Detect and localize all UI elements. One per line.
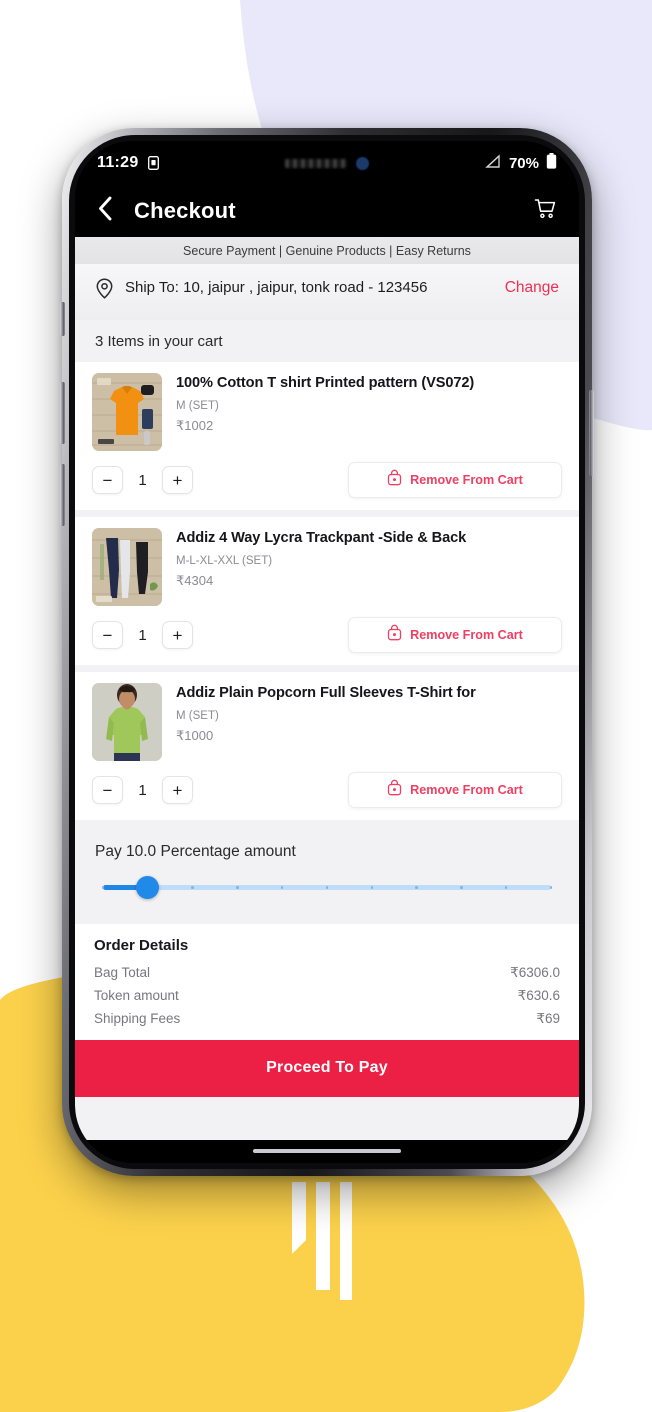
shopping-bag-icon — [387, 779, 402, 801]
shipping-address-row[interactable]: Ship To: 10, jaipur , jaipur, tonk road … — [75, 264, 579, 320]
shopping-bag-icon — [387, 469, 402, 491]
cart-item[interactable]: Addiz 4 Way Lycra Trackpant -Side & Back… — [75, 517, 579, 665]
status-right-group: 70% — [485, 153, 557, 173]
slider-tick — [370, 886, 374, 889]
product-name: Addiz Plain Popcorn Full Sleeves T-Shirt… — [176, 685, 476, 701]
product-name: Addiz 4 Way Lycra Trackpant -Side & Back — [176, 530, 467, 546]
cart-item[interactable]: 100% Cotton T shirt Printed pattern (VS0… — [75, 362, 579, 510]
increment-quantity-button[interactable]: + — [162, 466, 193, 494]
battery-icon — [546, 153, 557, 173]
shopping-bag-icon — [387, 624, 402, 646]
status-bar: 11:29 70% — [75, 141, 579, 185]
remove-from-cart-button[interactable]: Remove From Cart — [348, 617, 562, 653]
order-row: Bag Total ₹6306.0 — [94, 961, 560, 984]
phone-mockup: 11:29 70% Checkout Secure Payment | Genu… — [60, 128, 594, 1176]
notification-icons-group — [285, 158, 347, 168]
product-variant: M-L-XL-XXL (SET) — [176, 554, 273, 567]
back-chevron-icon[interactable] — [97, 195, 114, 227]
quantity-stepper[interactable]: − 1 + — [92, 621, 193, 649]
cart-item-controls: − 1 + Remove From Cart — [92, 772, 562, 808]
location-pin-icon — [95, 278, 114, 304]
quantity-stepper[interactable]: − 1 + — [92, 776, 193, 804]
order-row-value: ₹630.6 — [517, 987, 560, 1003]
trust-strip: Secure Payment | Genuine Products | Easy… — [75, 237, 579, 264]
checkout-content: Secure Payment | Genuine Products | Easy… — [75, 237, 579, 1140]
product-price: ₹4304 — [176, 572, 214, 588]
decrement-quantity-button[interactable]: − — [92, 466, 123, 494]
product-variant: M (SET) — [176, 399, 219, 412]
product-thumbnail-green-tshirt[interactable] — [92, 683, 162, 761]
quantity-value: 1 — [138, 471, 147, 489]
order-row-label: Token amount — [94, 987, 179, 1003]
phone-bezel: 11:29 70% Checkout Secure Payment | Genu… — [75, 141, 579, 1163]
order-row-label: Shipping Fees — [94, 1010, 181, 1026]
decrement-quantity-button[interactable]: − — [92, 621, 123, 649]
product-price: ₹1002 — [176, 417, 214, 433]
cart-item-summary: Addiz Plain Popcorn Full Sleeves T-Shirt… — [92, 683, 562, 761]
product-price: ₹1000 — [176, 727, 214, 743]
volume-down-button[interactable] — [60, 464, 65, 526]
order-row-label: Bag Total — [94, 964, 151, 980]
phone-screen: 11:29 70% Checkout Secure Payment | Genu… — [75, 141, 579, 1163]
product-thumbnail-trackpants[interactable] — [92, 528, 162, 606]
page-title: Checkout — [134, 198, 236, 223]
cart-item-controls: − 1 + Remove From Cart — [92, 617, 562, 653]
pay-percentage-slider[interactable] — [95, 870, 559, 904]
quantity-stepper[interactable]: − 1 + — [92, 466, 193, 494]
cart-item-controls: − 1 + Remove From Cart — [92, 462, 562, 498]
pay-percentage-section: Pay 10.0 Percentage amount — [75, 827, 579, 924]
cart-item[interactable]: Addiz Plain Popcorn Full Sleeves T-Shirt… — [75, 672, 579, 820]
remove-from-cart-button[interactable]: Remove From Cart — [348, 772, 562, 808]
product-variant: M (SET) — [176, 709, 219, 722]
order-row: Token amount ₹630.6 — [94, 984, 560, 1007]
increment-quantity-button[interactable]: + — [162, 776, 193, 804]
remove-from-cart-label: Remove From Cart — [410, 473, 523, 487]
quantity-value: 1 — [138, 626, 147, 644]
slider-tick — [236, 886, 239, 889]
no-signal-icon — [485, 153, 502, 173]
remove-from-cart-label: Remove From Cart — [410, 783, 523, 797]
product-name: 100% Cotton T shirt Printed pattern (VS0… — [176, 375, 475, 391]
slider-thumb[interactable] — [136, 876, 160, 899]
shipping-address-text: Ship To: 10, jaipur , jaipur, tonk road … — [125, 279, 428, 296]
slider-tick — [415, 886, 418, 889]
cart-item-details: Addiz Plain Popcorn Full Sleeves T-Shirt… — [176, 683, 562, 761]
remove-from-cart-label: Remove From Cart — [410, 628, 523, 642]
cart-item-details: 100% Cotton T shirt Printed pattern (VS0… — [176, 373, 562, 451]
order-row-value: ₹69 — [536, 1010, 560, 1026]
increment-quantity-button[interactable]: + — [162, 621, 193, 649]
slider-tick — [191, 886, 194, 889]
proceed-to-pay-button[interactable]: Proceed To Pay — [75, 1040, 579, 1097]
order-row-value: ₹6306.0 — [510, 964, 560, 980]
sim-card-icon — [147, 156, 159, 170]
app-bar: Checkout — [75, 185, 579, 237]
home-indicator-area — [75, 1139, 579, 1163]
cart-items-list: 100% Cotton T shirt Printed pattern (VS0… — [75, 362, 579, 827]
app-notification-icon — [356, 156, 369, 170]
cart-item-details: Addiz 4 Way Lycra Trackpant -Side & Back… — [176, 528, 562, 606]
product-thumbnail-orange-tshirt[interactable] — [92, 373, 162, 451]
slider-tick — [460, 886, 463, 889]
volume-up-button[interactable] — [60, 382, 65, 444]
change-address-button[interactable]: Change — [505, 278, 559, 297]
pay-percentage-label: Pay 10.0 Percentage amount — [95, 843, 296, 860]
home-indicator[interactable] — [253, 1148, 401, 1153]
shopping-cart-icon[interactable] — [534, 198, 557, 225]
quantity-value: 1 — [138, 781, 147, 799]
cart-item-summary: 100% Cotton T shirt Printed pattern (VS0… — [92, 373, 562, 451]
power-button[interactable] — [589, 390, 594, 476]
status-time: 11:29 — [97, 154, 139, 171]
slider-tick — [549, 886, 553, 889]
remove-from-cart-button[interactable]: Remove From Cart — [348, 462, 562, 498]
order-details-section: Order Details Bag Total ₹6306.0 Token am… — [75, 924, 579, 1040]
cart-item-count: 3 Items in your cart — [75, 320, 579, 362]
order-row: Shipping Fees ₹69 — [94, 1007, 560, 1030]
battery-percent-label: 70% — [508, 154, 539, 172]
decrement-quantity-button[interactable]: − — [92, 776, 123, 804]
order-details-title: Order Details — [94, 937, 189, 954]
silent-switch-button[interactable] — [60, 302, 65, 336]
cart-item-summary: Addiz 4 Way Lycra Trackpant -Side & Back… — [92, 528, 562, 606]
